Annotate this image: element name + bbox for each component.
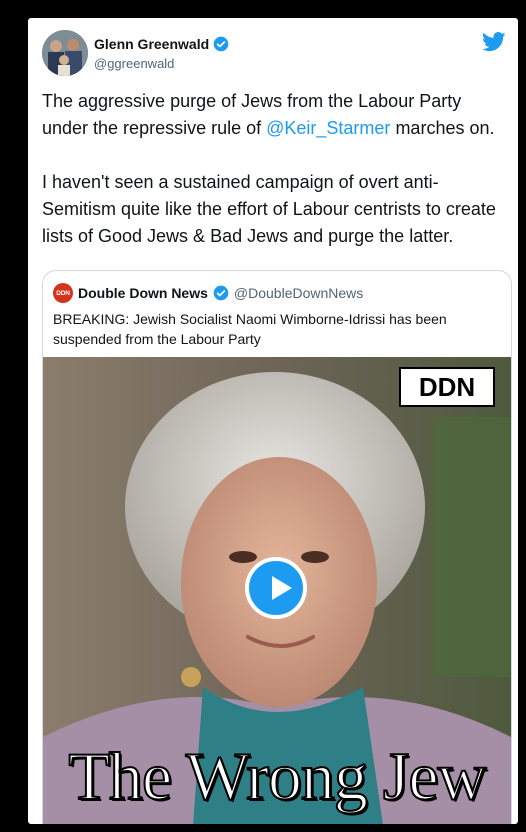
avatar[interactable] xyxy=(42,30,88,76)
tweet-body: The aggressive purge of Jews from the La… xyxy=(42,88,512,250)
quoted-avatar[interactable]: DDN xyxy=(53,283,73,303)
video-thumbnail[interactable]: DDN The Wrong Jew xyxy=(43,357,511,824)
quoted-author-name[interactable]: Double Down News xyxy=(78,285,208,301)
ddn-badge: DDN xyxy=(399,367,495,407)
verified-icon xyxy=(213,36,229,52)
tweet-text-post: marches on. xyxy=(390,118,495,138)
tweet-card[interactable]: Glenn Greenwald @ggreenwald The aggressi… xyxy=(28,18,518,824)
author-handle[interactable]: @ggreenwald xyxy=(94,56,174,71)
mention-link[interactable]: @Keir_Starmer xyxy=(266,118,390,138)
quoted-tweet-header: DDN Double Down News @DoubleDownNews xyxy=(53,283,363,303)
tweet-header: Glenn Greenwald @ggreenwald xyxy=(42,30,506,76)
quoted-tweet-text: BREAKING: Jewish Socialist Naomi Wimborn… xyxy=(53,311,447,347)
twitter-bird-icon[interactable] xyxy=(482,32,506,52)
quoted-tweet[interactable]: DDN Double Down News @DoubleDownNews BRE… xyxy=(42,270,512,824)
author-row: Glenn Greenwald xyxy=(94,36,229,52)
tweet-paragraph-2: I haven't seen a sustained campaign of o… xyxy=(42,172,496,246)
video-caption: The Wrong Jew xyxy=(67,737,487,815)
author-name[interactable]: Glenn Greenwald xyxy=(94,36,209,52)
quoted-author-handle[interactable]: @DoubleDownNews xyxy=(234,285,363,301)
verified-icon xyxy=(213,285,229,301)
play-icon[interactable] xyxy=(245,557,307,619)
tweet-paragraph-1: The aggressive purge of Jews from the La… xyxy=(42,88,512,142)
